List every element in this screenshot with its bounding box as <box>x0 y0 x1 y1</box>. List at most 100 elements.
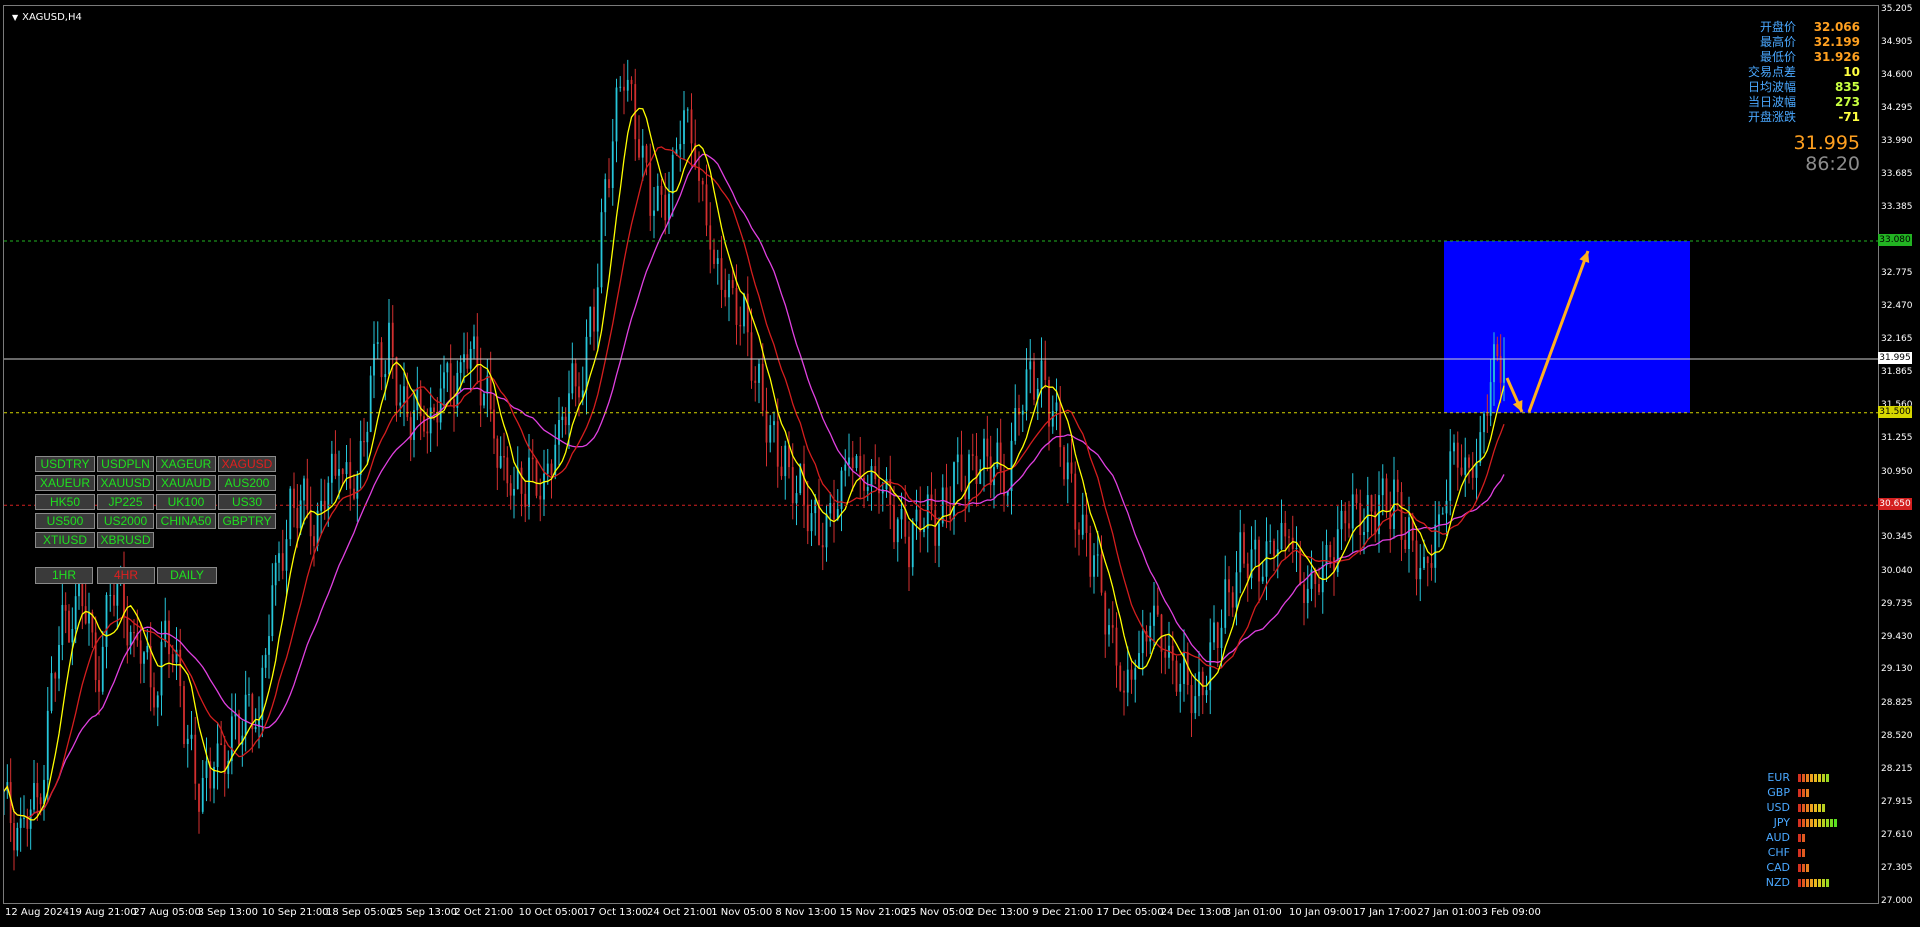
strength-bar <box>1802 863 1805 872</box>
symbol-button-xbrusd[interactable]: XBRUSD <box>97 532 154 548</box>
candle-body <box>1123 690 1125 693</box>
symbol-button-china50[interactable]: CHINA50 <box>156 513 216 529</box>
candle-body <box>1493 344 1495 383</box>
info-value: 32.199 <box>1813 35 1860 49</box>
dropdown-triangle-icon[interactable]: ▼ <box>12 13 18 22</box>
candle-body <box>1160 614 1163 652</box>
candle-body <box>303 478 305 501</box>
candle-body <box>1475 462 1478 478</box>
symbol-button-xageur[interactable]: XAGEUR <box>156 456 216 472</box>
strength-bar <box>1806 863 1809 872</box>
candle-body <box>814 499 817 514</box>
timeframe-button-1hr[interactable]: 1HR <box>35 567 93 584</box>
time-tick-label: 19 Aug 21:00 <box>69 907 137 918</box>
candle-body <box>1419 567 1422 580</box>
candle-body <box>615 87 618 142</box>
symbol-button-us2000[interactable]: US2000 <box>97 513 154 529</box>
symbol-button-xagusd[interactable]: XAGUSD <box>218 456 276 472</box>
symbol-button-us500[interactable]: US500 <box>35 513 95 529</box>
symbol-button-xauusd[interactable]: XAUUSD <box>97 475 154 491</box>
candle-body <box>971 454 974 456</box>
candle-body <box>113 594 115 606</box>
candle-body <box>1374 511 1377 535</box>
currency-strength-meter: EUR GBP USD JPY AUD CHF CAD NZD <box>1760 770 1880 890</box>
candle-body <box>1224 579 1227 628</box>
strength-bar <box>1798 878 1801 887</box>
candle-body <box>806 504 809 532</box>
candle-body <box>773 421 775 426</box>
candle-body <box>1254 539 1257 550</box>
chart-area[interactable]: ▼ XAGUSD,H4 <box>3 5 1880 905</box>
candle-body <box>1460 467 1463 475</box>
candle-body <box>608 179 610 188</box>
symbol-button-jp225[interactable]: JP225 <box>97 494 154 510</box>
timeframe-button-daily[interactable]: DAILY <box>157 567 217 584</box>
strength-bar <box>1806 788 1809 797</box>
candle-body <box>754 380 757 383</box>
time-tick-label: 9 Dec 21:00 <box>1032 907 1094 918</box>
symbol-button-hk50[interactable]: HK50 <box>35 494 95 510</box>
symbol-button-gbptry[interactable]: GBPTRY <box>218 513 276 529</box>
candle-body <box>1381 478 1384 496</box>
symbol-button-xtiusd[interactable]: XTIUSD <box>35 532 95 548</box>
symbol-button-xaueur[interactable]: XAUEUR <box>35 475 95 491</box>
strength-bar <box>1798 833 1801 842</box>
candle-body <box>574 363 577 387</box>
candle-body <box>746 293 749 333</box>
candle-body <box>129 631 132 646</box>
candle-body <box>1153 605 1155 626</box>
candle-body <box>46 710 49 780</box>
candle-body <box>1130 669 1133 680</box>
price-chart[interactable] <box>4 6 1880 905</box>
symbol-button-xauaud[interactable]: XAUAUD <box>156 475 216 491</box>
candle-body <box>915 509 918 522</box>
candle-body <box>71 629 74 643</box>
candle-body <box>589 306 592 337</box>
candle-body <box>39 797 42 805</box>
candle-body <box>1430 563 1433 568</box>
candle-body <box>596 287 599 332</box>
candle-body <box>870 466 873 487</box>
candle-body <box>296 507 299 529</box>
candle-body <box>731 280 734 289</box>
info-value: 32.066 <box>1813 20 1860 34</box>
candle-body <box>1355 494 1358 504</box>
candle-body <box>220 743 223 745</box>
symbol-button-us30[interactable]: US30 <box>218 494 276 510</box>
candle-body <box>369 375 372 432</box>
time-tick-label: 25 Sep 13:00 <box>390 907 457 918</box>
candle-body <box>26 817 29 829</box>
time-tick-label: 10 Jan 09:00 <box>1289 907 1353 918</box>
candle-body <box>564 416 567 426</box>
candle-body <box>248 694 250 696</box>
symbol-button-aus200[interactable]: AUS200 <box>218 475 276 491</box>
candle-body <box>143 652 145 664</box>
time-tick-label: 10 Oct 05:00 <box>518 907 584 918</box>
candle-body <box>558 420 560 445</box>
candle-body <box>1033 361 1035 400</box>
candle-body <box>179 649 182 687</box>
candle-body <box>1003 471 1005 496</box>
symbol-button-uk100[interactable]: UK100 <box>156 494 216 510</box>
candle-body <box>403 386 405 403</box>
info-value: -71 <box>1838 110 1860 124</box>
symbol-button-usdtry[interactable]: USDTRY <box>35 456 95 472</box>
candle-body <box>190 734 193 739</box>
info-label: 交易点差 <box>1747 65 1796 79</box>
price-axis[interactable]: 35.205 34.905 34.600 34.295 33.990 33.685 33.3… <box>1879 0 1920 906</box>
candle-body <box>183 686 185 745</box>
symbol-button-usdpln[interactable]: USDPLN <box>97 456 154 472</box>
strength-currency-label: AUD <box>1765 831 1790 844</box>
time-tick-label: 17 Jan 17:00 <box>1353 907 1417 918</box>
candle-body <box>466 354 469 369</box>
candle-body <box>765 410 768 443</box>
strength-bar <box>1802 848 1805 857</box>
info-row: 交易点差 10 <box>1640 65 1860 80</box>
timeframe-button-4hr[interactable]: 4HR <box>97 567 155 584</box>
candle-body <box>840 470 843 510</box>
candle-body <box>423 416 425 432</box>
candle-body <box>1449 451 1452 501</box>
candle-body <box>168 620 170 655</box>
candle-body <box>16 827 19 851</box>
candle-body <box>1456 442 1459 468</box>
